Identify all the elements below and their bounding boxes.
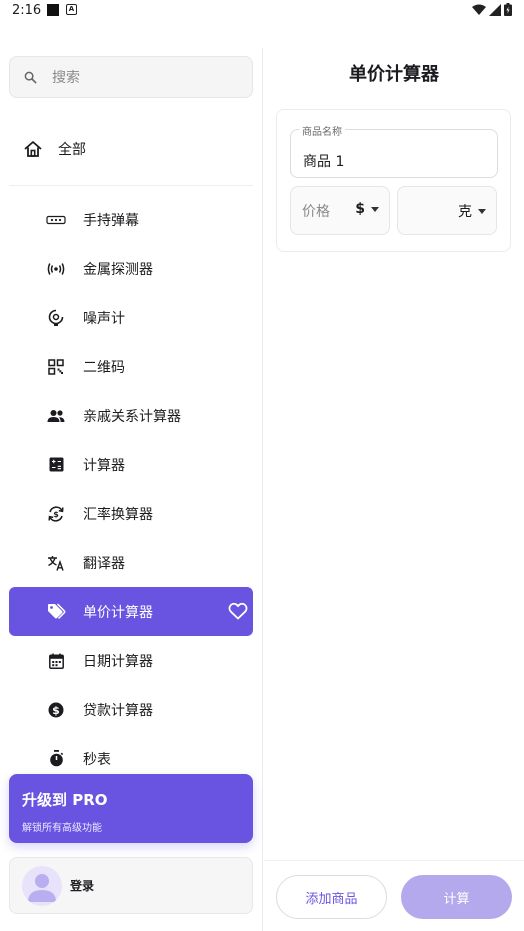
sidebar-item-label: 全部 — [58, 142, 86, 158]
unit-dropdown[interactable]: 克 — [458, 201, 486, 221]
people-icon — [46, 406, 66, 426]
avatar — [22, 865, 62, 906]
main-panel: 单价计算器 商品名称 商品 1 价格 $ 克 添加商品 计算 — [264, 48, 524, 931]
unit-field[interactable]: 克 — [397, 186, 497, 235]
sidebar-item-relatives-calculator[interactable]: 亲戚关系计算器 — [9, 391, 253, 440]
tool-list: 手持弹幕 金属探测器 噪声计 二维码 亲戚关系计算器 计算器 $ 汇率换算器 翻… — [9, 195, 253, 783]
sidebar-item-label: 日期计算器 — [83, 653, 153, 670]
sidebar-item-label: 秒表 — [83, 751, 111, 768]
sidebar-item-loan-calculator[interactable]: $ 贷款计算器 — [9, 685, 253, 734]
currency-exchange-icon: $ — [46, 504, 66, 524]
dollar-circle-icon: $ — [46, 700, 66, 720]
login-button[interactable]: 登录 — [9, 857, 253, 914]
currency-dropdown[interactable]: $ — [355, 201, 379, 217]
divider — [9, 185, 253, 186]
sidebar: 搜索 全部 手持弹幕 金属探测器 噪声计 二维码 亲戚关系计算器 计算器 $ 汇… — [0, 48, 263, 931]
calculate-button[interactable]: 计算 — [401, 875, 512, 919]
currency-value: $ — [355, 201, 365, 217]
home-icon — [24, 141, 42, 157]
marquee-icon — [46, 210, 66, 230]
chevron-down-icon — [478, 208, 486, 214]
qr-code-icon — [46, 357, 66, 377]
add-product-button[interactable]: 添加商品 — [276, 875, 387, 919]
signal-icon — [489, 3, 501, 16]
sidebar-item-label: 手持弹幕 — [83, 212, 139, 229]
sidebar-item-date-calculator[interactable]: 日期计算器 — [9, 636, 253, 685]
stopwatch-icon — [46, 749, 66, 769]
sidebar-item-label: 二维码 — [83, 359, 125, 376]
upgrade-subtitle: 解锁所有高级功能 — [22, 823, 102, 834]
sidebar-item-label: 单价计算器 — [83, 604, 153, 621]
sidebar-item-label: 汇率换算器 — [83, 506, 153, 523]
svg-text:$: $ — [52, 704, 60, 717]
unit-value: 克 — [458, 204, 472, 220]
favorite-heart-icon[interactable] — [227, 600, 249, 622]
sidebar-item-qr-code[interactable]: 二维码 — [9, 342, 253, 391]
upgrade-pro-banner[interactable]: 升级到 PRO 解锁所有高级功能 — [9, 774, 253, 843]
svg-text:$: $ — [53, 510, 59, 519]
sidebar-item-marquee[interactable]: 手持弹幕 — [9, 195, 253, 244]
login-label: 登录 — [70, 879, 95, 893]
sidebar-item-metal-detector[interactable]: 金属探测器 — [9, 244, 253, 293]
bottom-action-bar: 添加商品 计算 — [264, 860, 524, 931]
price-field[interactable]: 价格 $ — [290, 186, 390, 235]
status-bar: 2:16 A — [0, 0, 524, 24]
sidebar-item-all[interactable]: 全部 — [9, 125, 253, 173]
search-icon — [24, 71, 37, 84]
product-name-field[interactable]: 商品名称 商品 1 — [290, 123, 498, 178]
sidebar-item-translator[interactable]: 翻译器 — [9, 538, 253, 587]
tag-icon — [46, 602, 66, 622]
price-placeholder: 价格 — [302, 203, 330, 220]
translate-icon — [46, 553, 66, 573]
wifi-icon — [472, 4, 486, 15]
sidebar-item-label: 翻译器 — [83, 555, 125, 572]
chevron-down-icon — [371, 206, 379, 212]
upgrade-title: 升级到 PRO — [22, 791, 108, 809]
sensor-icon — [46, 259, 66, 279]
sidebar-item-label: 贷款计算器 — [83, 702, 153, 719]
product-card: 商品名称 商品 1 价格 $ 克 — [276, 109, 511, 252]
noise-meter-icon — [46, 308, 66, 328]
sidebar-item-unit-price-calculator[interactable]: 单价计算器 — [9, 587, 253, 636]
product-name-label: 商品名称 — [299, 123, 345, 138]
sidebar-item-label: 金属探测器 — [83, 261, 153, 278]
notification-a-icon: A — [66, 4, 77, 15]
calculator-icon — [46, 455, 66, 475]
sidebar-item-currency-exchange[interactable]: $ 汇率换算器 — [9, 489, 253, 538]
sidebar-item-noise-meter[interactable]: 噪声计 — [9, 293, 253, 342]
product-name-value: 商品 1 — [303, 154, 345, 170]
sidebar-item-label: 计算器 — [83, 457, 125, 474]
sidebar-item-label: 亲戚关系计算器 — [83, 408, 181, 425]
search-input[interactable]: 搜索 — [9, 56, 253, 98]
battery-icon — [504, 3, 512, 16]
notification-square-icon — [47, 4, 59, 16]
sidebar-item-calculator[interactable]: 计算器 — [9, 440, 253, 489]
status-icons — [472, 3, 512, 16]
search-placeholder: 搜索 — [52, 70, 80, 86]
sidebar-item-label: 噪声计 — [83, 310, 125, 327]
calendar-icon — [46, 651, 66, 671]
page-title: 单价计算器 — [349, 64, 439, 85]
status-time: 2:16 — [12, 3, 42, 18]
